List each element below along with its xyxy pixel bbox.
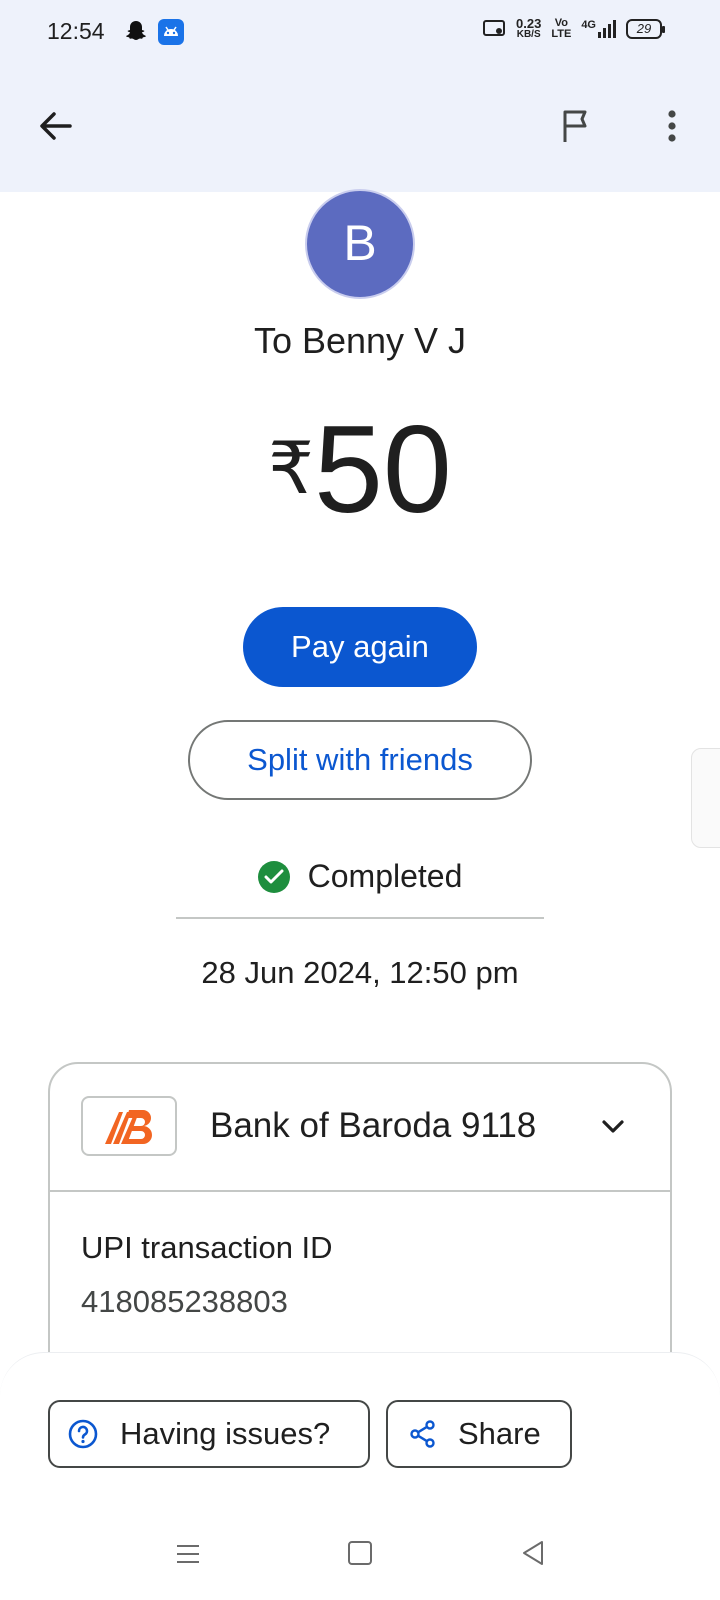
upi-transaction-label: UPI transaction ID [81,1230,333,1265]
volte-indicator: Vo LTE [551,17,572,40]
top-app-bar [0,64,720,192]
bank-name: Bank of Baroda 9118 [210,1106,537,1145]
cast-icon [483,20,506,36]
transaction-datetime: 28 Jun 2024, 12:50 pm [201,955,519,990]
currency-symbol: ₹ [268,429,314,509]
having-issues-button[interactable]: Having issues? [48,1400,370,1468]
divider [176,917,544,919]
back-icon[interactable] [520,1539,546,1567]
check-circle-icon [257,860,290,893]
share-button[interactable]: Share [386,1400,572,1468]
status-label: Completed [307,858,463,894]
avatar: B [305,189,415,299]
back-arrow-icon[interactable] [34,104,78,148]
bank-account-row[interactable]: Bank of Baroda 9118 [50,1064,670,1192]
net-speed: 0.23 KB/S [516,16,542,40]
recents-icon[interactable] [176,1543,200,1565]
payment-amount: ₹50 [0,408,720,532]
transaction-status: Completed [0,858,720,895]
card-divider [50,1190,670,1192]
more-vert-icon[interactable] [652,104,692,148]
snapchat-icon [126,21,146,40]
status-time: 12:54 [47,18,105,44]
side-panel-handle[interactable] [691,748,720,848]
upi-transaction-id: 418085238803 [81,1284,288,1319]
amount-value: 50 [313,401,452,539]
help-circle-icon [68,1419,98,1449]
recipient-name: To Benny V J [253,320,467,361]
share-icon [410,1420,435,1448]
chevron-down-icon[interactable] [596,1110,630,1144]
share-label: Share [458,1416,541,1451]
home-icon[interactable] [348,1541,372,1565]
split-with-friends-button[interactable]: Split with friends [188,720,532,800]
flag-icon[interactable] [556,104,596,148]
status-bar: 12:54 0.23 KB/S Vo LTE 4G 29 [0,0,720,64]
android-app-icon [158,19,184,45]
having-issues-label: Having issues? [120,1416,331,1451]
battery-icon: 29 [626,19,665,39]
pay-again-button[interactable]: Pay again [243,607,477,687]
status-right: 0.23 KB/S Vo LTE 4G 29 [482,16,665,40]
signal-icon: 4G [581,20,616,38]
bank-of-baroda-logo-icon [81,1096,177,1156]
